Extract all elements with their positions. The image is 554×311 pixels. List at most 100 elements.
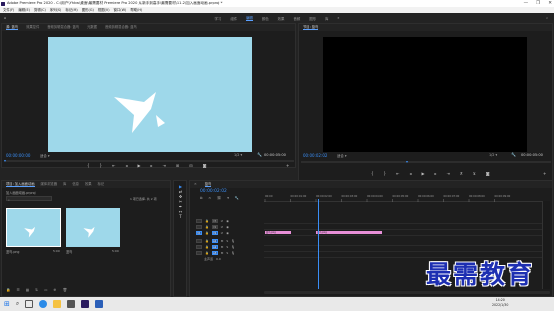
go-to-out-icon[interactable]: ⇥ <box>163 163 166 168</box>
workspace-libraries[interactable]: 库 <box>325 16 328 21</box>
play-icon[interactable]: ▶ <box>137 163 140 168</box>
source-ratio-select[interactable]: 1/2 ▾ <box>234 153 242 157</box>
track-label[interactable]: A3 <box>211 251 218 255</box>
timeline-clip[interactable]: 蓝鸟.png <box>265 231 291 234</box>
list-view-icon[interactable]: ☰ <box>16 288 19 292</box>
wrench-icon[interactable]: 🔧 <box>257 152 262 157</box>
step-back-icon[interactable]: ◂ <box>409 171 411 176</box>
word-icon[interactable] <box>95 300 104 308</box>
source-patch[interactable] <box>196 219 202 223</box>
task-view-icon[interactable] <box>25 300 34 308</box>
mic-icon[interactable]: 🎙 <box>231 239 235 243</box>
track-lane[interactable] <box>264 238 550 246</box>
track-label[interactable]: A2 <box>211 245 218 249</box>
settings-icon[interactable]: 🔧 <box>235 196 239 200</box>
tab-source[interactable]: 源: 蓝鸟 <box>6 25 19 30</box>
edge-icon[interactable] <box>39 300 48 308</box>
program-ratio-select[interactable]: 1/2 ▾ <box>489 153 497 157</box>
track-label[interactable]: V2 <box>211 225 218 229</box>
source-patch[interactable]: V1 <box>196 231 202 235</box>
windows-start-icon[interactable]: ⊞ <box>4 300 10 308</box>
mic-icon[interactable]: 🎙 <box>231 245 235 249</box>
tab-sequence[interactable]: 蓝鸟 <box>204 182 212 187</box>
solo-icon[interactable]: S <box>226 239 228 243</box>
minimize-button[interactable]: — <box>524 0 529 7</box>
go-to-in-icon[interactable]: ⇤ <box>396 171 399 176</box>
step-forward-icon[interactable]: ▸ <box>151 163 153 168</box>
maximize-button[interactable]: ❐ <box>536 0 540 7</box>
workspace-learn[interactable]: 学习 <box>215 16 222 21</box>
system-clock[interactable]: 14:20 2022/1/30 <box>492 298 508 308</box>
lock-icon[interactable]: 🔒 <box>205 245 209 249</box>
program-scrub-bar[interactable] <box>301 161 551 163</box>
tab-program[interactable]: 节目: 蓝鸟 <box>303 25 319 30</box>
new-item-icon[interactable]: ⊕ <box>54 288 57 292</box>
linked-selection-icon[interactable]: ⛓ <box>217 196 221 200</box>
tab-markers[interactable]: 标记 <box>98 182 105 187</box>
type-tool-icon[interactable]: T <box>178 214 183 219</box>
close-button[interactable]: ✕ <box>548 0 552 7</box>
sync-lock-icon[interactable]: ⇌ <box>221 225 224 229</box>
lock-icon[interactable]: 🔒 <box>205 231 209 235</box>
go-to-out-icon[interactable]: ⇥ <box>447 171 450 176</box>
mute-icon[interactable]: M <box>221 245 224 249</box>
more-workspaces-icon[interactable]: » <box>337 16 339 20</box>
program-fit-select[interactable]: 适合 ▾ <box>337 153 347 158</box>
play-icon[interactable]: ▶ <box>421 171 424 176</box>
time-ruler[interactable]: 00:00 00:00:01:00 00:00:02:00 00:00:03:00 00… <box>264 192 550 202</box>
mark-in-icon[interactable]: { <box>371 171 374 176</box>
add-button-icon[interactable]: + <box>543 171 546 176</box>
source-patch[interactable] <box>196 239 202 243</box>
lock-icon[interactable]: 🔒 <box>6 288 10 292</box>
eye-icon[interactable]: ◉ <box>226 231 229 235</box>
lock-icon[interactable]: 🔒 <box>205 251 209 255</box>
lift-icon[interactable]: ⊼ <box>460 171 463 176</box>
workspace-editing[interactable]: 编辑 <box>246 15 253 21</box>
sort-icon[interactable]: ⇅ <box>35 288 38 292</box>
track-lane[interactable]: 蓝鸟.png 蓝鸟.png <box>264 230 550 236</box>
go-to-in-icon[interactable]: ⇤ <box>112 163 115 168</box>
workspace-audio[interactable]: 音频 <box>293 16 300 21</box>
tab-media-browser[interactable]: 媒体浏览器 <box>41 182 57 187</box>
file-explorer-icon[interactable] <box>53 300 62 308</box>
delete-icon[interactable]: 🗑 <box>63 288 68 292</box>
sync-lock-icon[interactable]: ⇌ <box>221 219 224 223</box>
timeline-timecode[interactable]: 00:00:02:02 <box>200 189 227 194</box>
source-fit-select[interactable]: 适合 ▾ <box>40 153 50 158</box>
search-icon[interactable]: ⌕ <box>546 16 548 20</box>
extract-icon[interactable]: ⊻ <box>473 171 476 176</box>
master-level[interactable]: 0.0 <box>216 257 221 261</box>
premiere-taskbar-icon[interactable] <box>81 300 90 308</box>
search-icon[interactable]: ⌕ <box>16 300 19 308</box>
new-bin-icon[interactable]: ▭ <box>44 288 47 292</box>
add-button-icon[interactable]: + <box>286 163 289 168</box>
tab-metadata[interactable]: 元数据 <box>87 25 97 30</box>
tab-effects[interactable]: 效果 <box>85 182 92 187</box>
mark-in-icon[interactable]: { <box>87 163 90 168</box>
lock-icon[interactable]: 🔒 <box>205 239 209 243</box>
close-icon[interactable]: ✕ <box>194 182 197 187</box>
mute-icon[interactable]: M <box>221 239 224 243</box>
timeline-clip[interactable]: 蓝鸟.png <box>316 231 383 234</box>
store-icon[interactable] <box>67 300 76 308</box>
wrench-icon[interactable]: 🔧 <box>511 152 516 157</box>
step-back-icon[interactable]: ◂ <box>125 163 127 168</box>
tab-audio-clip-mixer-2[interactable]: 音频剪辑混合器: 蓝鸟 <box>105 25 137 30</box>
eye-icon[interactable]: ◉ <box>226 225 229 229</box>
tab-project[interactable]: 项目: 加入画面动画 <box>6 182 35 187</box>
track-label[interactable]: V3 <box>211 219 218 223</box>
step-forward-icon[interactable]: ▸ <box>435 171 437 176</box>
home-icon[interactable]: ⌂ <box>4 16 6 20</box>
project-item[interactable] <box>66 208 120 247</box>
workspace-effects[interactable]: 效果 <box>278 16 285 21</box>
solo-icon[interactable]: S <box>226 251 228 255</box>
lock-icon[interactable]: 🔒 <box>205 219 209 223</box>
add-marker-icon[interactable]: ▾ <box>227 196 229 200</box>
snap-icon[interactable]: ∩ <box>208 196 210 200</box>
tab-libraries[interactable]: 库 <box>63 182 66 187</box>
icon-view-icon[interactable]: ▦ <box>26 288 29 292</box>
program-playhead-icon[interactable]: ▾ <box>406 159 408 164</box>
export-frame-icon[interactable]: ◙ <box>203 163 207 168</box>
solo-icon[interactable]: S <box>226 245 228 249</box>
tab-effect-controls[interactable]: 效果控件 <box>26 25 39 30</box>
